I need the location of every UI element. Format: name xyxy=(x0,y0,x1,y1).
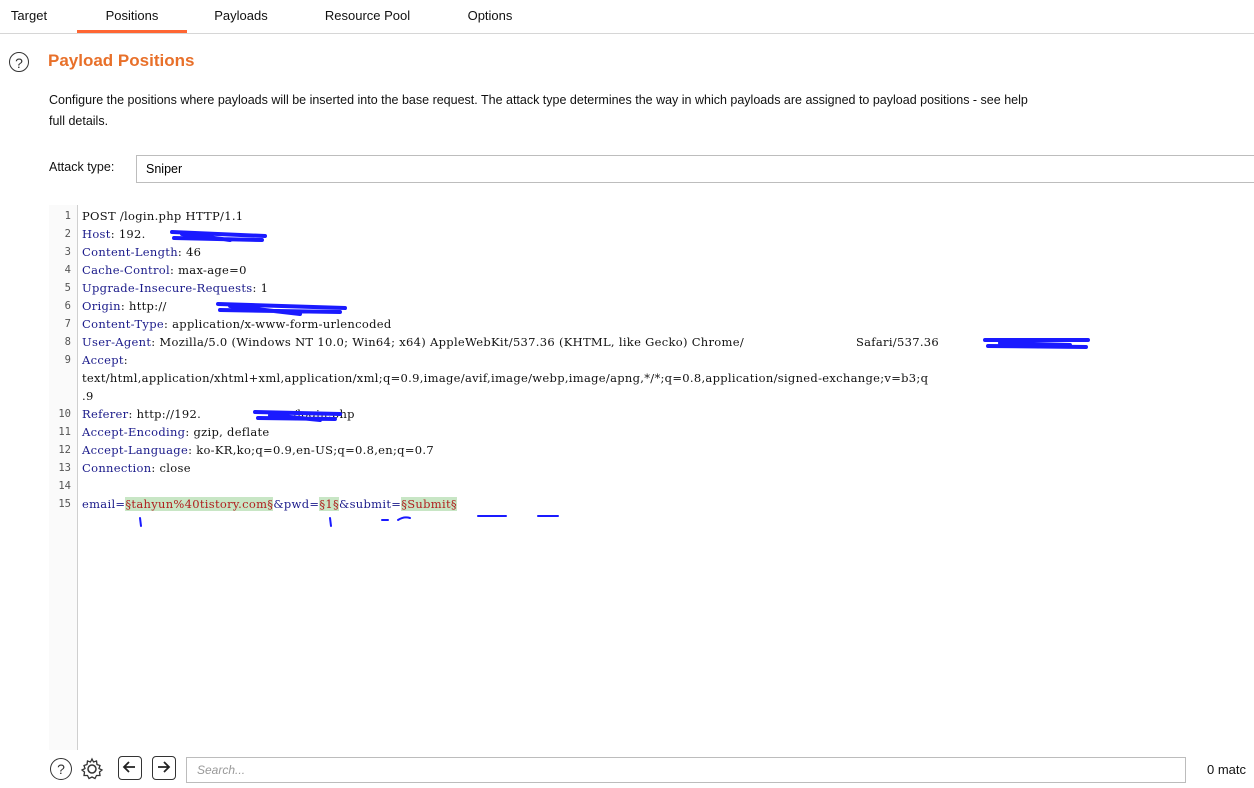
arrow-left-icon[interactable] xyxy=(118,756,142,780)
match-count: 0 matc xyxy=(1207,762,1247,777)
gear-icon[interactable] xyxy=(80,757,104,781)
search-input[interactable]: Search... xyxy=(186,757,1186,783)
help-icon[interactable]: ? xyxy=(50,758,72,780)
redaction-scribbles xyxy=(139,230,1090,527)
arrow-right-icon[interactable] xyxy=(152,756,176,780)
